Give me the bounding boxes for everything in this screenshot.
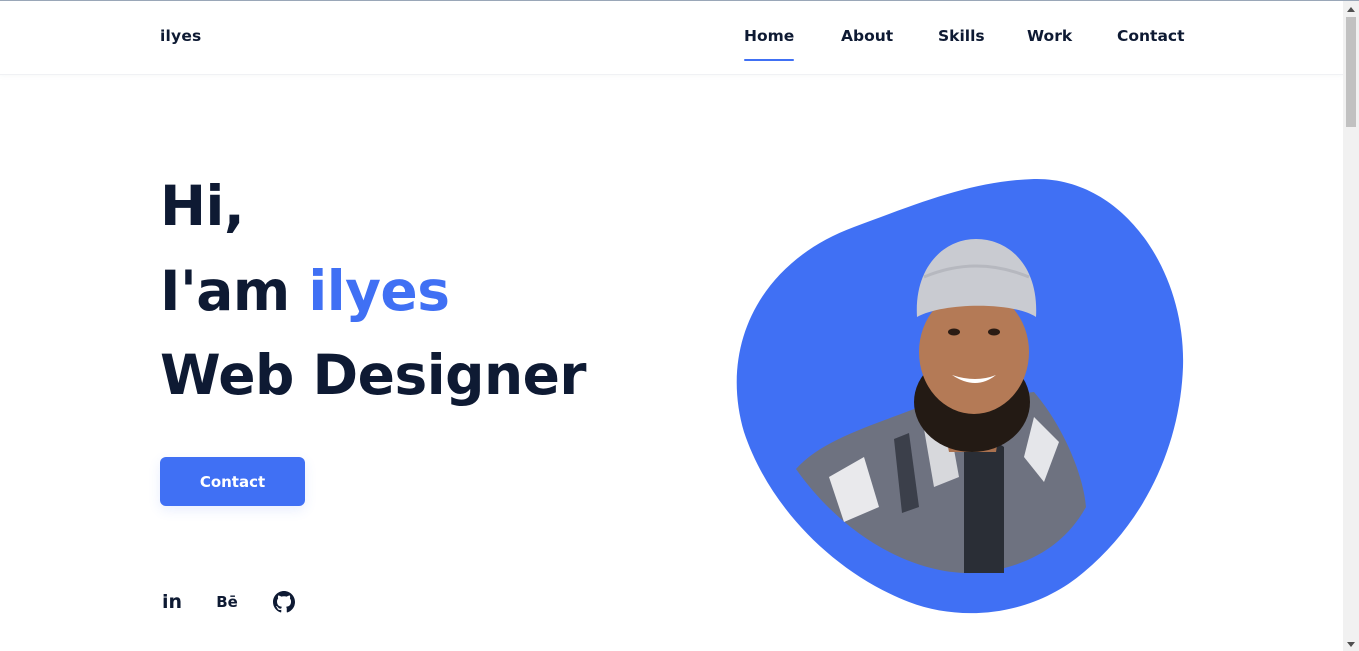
scrollbar-thumb[interactable] bbox=[1346, 17, 1356, 127]
nav-about[interactable]: About bbox=[841, 27, 893, 45]
scroll-up-arrow-icon[interactable] bbox=[1343, 1, 1359, 17]
hero-image-blob bbox=[734, 177, 1186, 617]
github-icon bbox=[273, 591, 295, 613]
profile-photo bbox=[736, 178, 1184, 614]
nav-home[interactable]: Home bbox=[744, 27, 795, 61]
site-header: ilyes Home About Skills Work Contact bbox=[0, 1, 1343, 75]
linkedin-link[interactable]: in bbox=[160, 589, 184, 615]
behance-icon: Bē bbox=[216, 592, 238, 611]
linkedin-icon: in bbox=[161, 590, 183, 613]
contact-button[interactable]: Contact bbox=[160, 457, 305, 506]
behance-link[interactable]: Bē bbox=[214, 589, 240, 615]
nav-skills[interactable]: Skills bbox=[938, 27, 985, 45]
hero-role: Web Designer bbox=[160, 343, 587, 407]
nav-work[interactable]: Work bbox=[1027, 27, 1072, 45]
page: ilyes Home About Skills Work Contact Hi,… bbox=[0, 0, 1359, 651]
hero-intro-prefix: I'am bbox=[160, 259, 309, 323]
scroll-down-arrow-icon[interactable] bbox=[1343, 636, 1359, 651]
nav-contact[interactable]: Contact bbox=[1117, 27, 1185, 45]
hero-greeting: Hi, bbox=[160, 174, 245, 238]
vertical-scrollbar[interactable] bbox=[1343, 1, 1359, 651]
hero-name: ilyes bbox=[308, 259, 450, 323]
hero-intro: I'am ilyes bbox=[160, 264, 450, 319]
github-link[interactable] bbox=[272, 589, 296, 615]
main-nav: Home About Skills Work Contact bbox=[0, 27, 1343, 67]
